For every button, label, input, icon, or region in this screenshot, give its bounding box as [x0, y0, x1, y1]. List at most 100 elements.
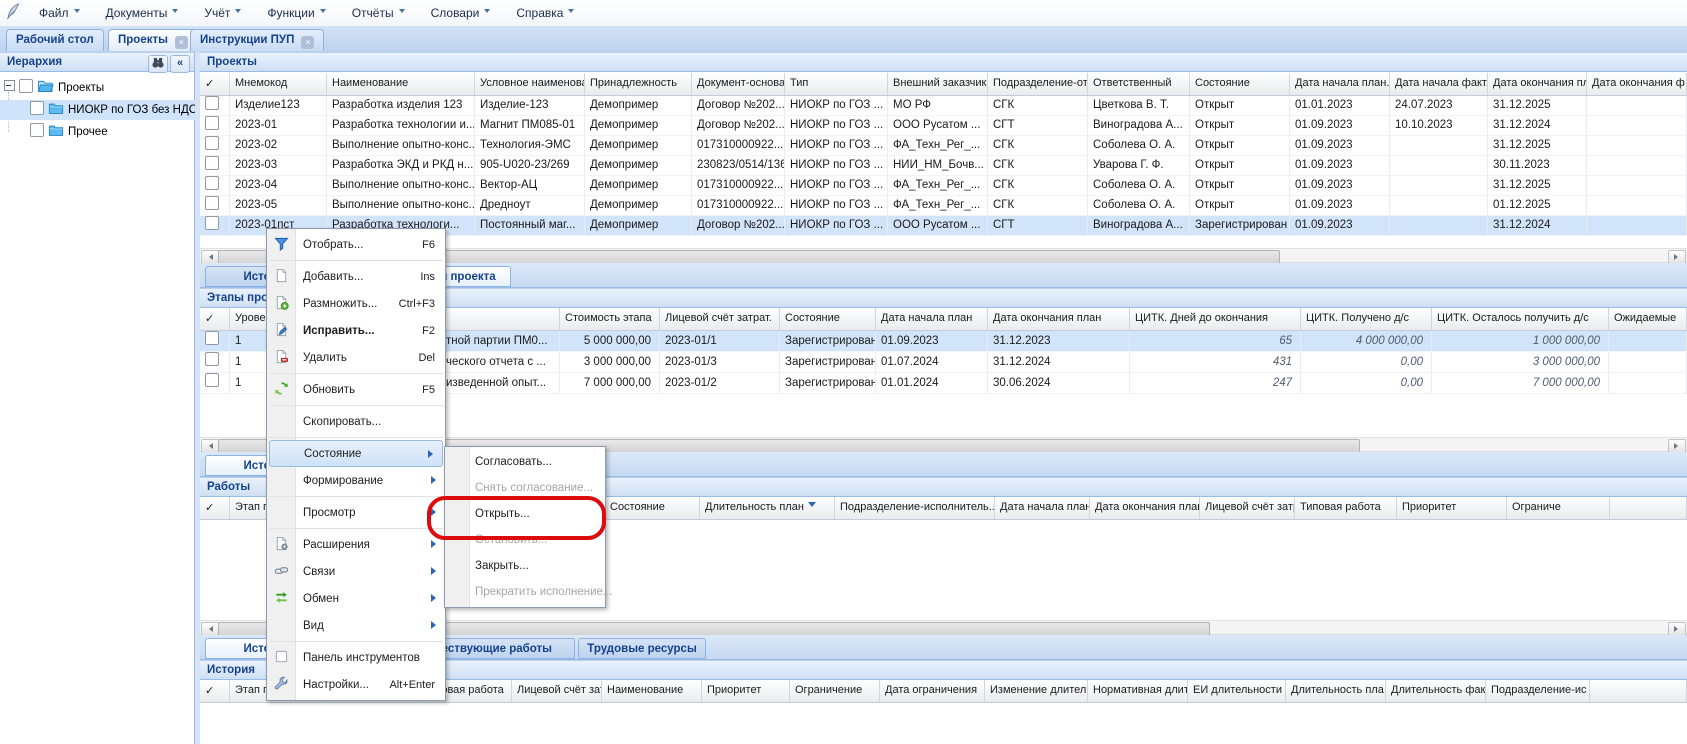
- column-header[interactable]: Наименование: [602, 680, 702, 702]
- row-checkbox[interactable]: [205, 176, 219, 190]
- column-header[interactable]: Дата окончания план: [988, 308, 1130, 330]
- row-checkbox[interactable]: [205, 196, 219, 210]
- tree-checkbox[interactable]: [30, 101, 44, 115]
- tree-expander-icon[interactable]: [4, 80, 15, 91]
- search-button[interactable]: [148, 55, 168, 73]
- column-header[interactable]: Тип: [785, 73, 888, 95]
- table-row[interactable]: 2023-03Разработка ЭКД и РКД н...905-U020…: [200, 156, 1687, 176]
- scroll-right-button[interactable]: [1668, 250, 1686, 264]
- column-header[interactable]: Длительность план: [700, 497, 835, 519]
- column-header[interactable]: Ограниче: [1507, 497, 1610, 519]
- tree-item[interactable]: НИОКР по ГОЗ без НДС: [0, 100, 225, 120]
- menu-item[interactable]: Закрыть...: [445, 553, 605, 579]
- column-header[interactable]: Изменение длител: [985, 680, 1088, 702]
- column-header[interactable]: Лицевой счёт затрат.: [660, 308, 780, 330]
- column-header[interactable]: Дата окончания план: [1090, 497, 1200, 519]
- menubar-item[interactable]: Файл: [26, 6, 93, 20]
- tree-item[interactable]: Прочее: [0, 122, 225, 142]
- menubar-item[interactable]: Документы: [93, 6, 192, 20]
- row-checkbox[interactable]: [205, 352, 219, 366]
- collapse-sidebar-button[interactable]: «: [170, 55, 190, 73]
- column-header[interactable]: Состояние: [605, 497, 700, 519]
- row-checkbox[interactable]: [205, 116, 219, 130]
- menu-item[interactable]: Добавить...Ins: [267, 263, 445, 290]
- column-header[interactable]: ЦИТК. Дней до окончания: [1130, 308, 1301, 330]
- column-header[interactable]: Дата окончания пл: [1488, 73, 1587, 95]
- window-tab[interactable]: Инструкции ПУП×: [190, 29, 324, 51]
- column-header[interactable]: Дата начала план.: [1290, 73, 1390, 95]
- menu-item[interactable]: Исправить...F2: [267, 317, 445, 344]
- menubar-item[interactable]: Отчёты: [339, 6, 418, 20]
- column-header[interactable]: Дата окончания ф: [1587, 73, 1687, 95]
- column-header[interactable]: Состояние: [780, 308, 876, 330]
- scroll-left-button[interactable]: [201, 250, 219, 264]
- table-row[interactable]: Изделие123Разработка изделия 123Изделие-…: [200, 96, 1687, 116]
- table-row[interactable]: 2023-04Выполнение опытно-конс...Вектор-А…: [200, 176, 1687, 196]
- menu-item[interactable]: Формирование: [267, 467, 445, 494]
- tree-item[interactable]: Проекты: [0, 78, 199, 98]
- column-header[interactable]: ЦИТК. Осталось получить д/с: [1432, 308, 1609, 330]
- column-header[interactable]: [1590, 680, 1687, 702]
- window-tab[interactable]: Рабочий стол: [6, 29, 104, 51]
- column-header[interactable]: Подразделение-исполнитель..: [835, 497, 995, 519]
- menu-item[interactable]: Вид: [267, 612, 445, 639]
- menu-item[interactable]: ОбновитьF5: [267, 376, 445, 403]
- menu-item[interactable]: Панель инструментов: [267, 644, 445, 671]
- column-header[interactable]: Условное наименова: [475, 73, 585, 95]
- menubar-item[interactable]: Справка: [503, 6, 587, 20]
- row-checkbox[interactable]: [205, 331, 219, 345]
- column-header[interactable]: ✓: [200, 497, 230, 519]
- column-header[interactable]: Стоимость этапа: [560, 308, 660, 330]
- column-header[interactable]: Внешний заказчик: [888, 73, 988, 95]
- column-header[interactable]: Ожидаемые: [1609, 308, 1687, 330]
- menu-item[interactable]: Просмотр: [267, 499, 445, 526]
- column-header[interactable]: Подразделение-ис: [1486, 680, 1590, 702]
- column-header[interactable]: Дата ограничения: [880, 680, 985, 702]
- column-header[interactable]: Принадлежность: [585, 73, 692, 95]
- column-header[interactable]: Дата начала факт.: [1390, 73, 1488, 95]
- column-header[interactable]: Типовая работа: [1295, 497, 1397, 519]
- scroll-right-button[interactable]: [1668, 439, 1686, 453]
- table-row[interactable]: 2023-01Разработка технологии и...Магнит …: [200, 116, 1687, 136]
- column-header[interactable]: Дата начала план.: [995, 497, 1090, 519]
- menu-item[interactable]: УдалитьDel: [267, 344, 445, 371]
- menu-item[interactable]: Скопировать...: [267, 408, 445, 435]
- scroll-left-button[interactable]: [201, 622, 219, 636]
- row-checkbox[interactable]: [205, 156, 219, 170]
- column-header[interactable]: Мнемокод: [230, 73, 327, 95]
- column-header[interactable]: Документ-основан: [692, 73, 785, 95]
- menubar-item[interactable]: Функции: [254, 6, 338, 20]
- scroll-right-button[interactable]: [1668, 622, 1686, 636]
- column-header[interactable]: Подразделение-от: [988, 73, 1088, 95]
- menubar-item[interactable]: Словари: [418, 6, 504, 20]
- close-tab-icon[interactable]: ×: [175, 36, 188, 49]
- column-header[interactable]: Длительность фак: [1386, 680, 1486, 702]
- window-tab[interactable]: Проекты×: [108, 29, 198, 51]
- column-header[interactable]: [1610, 497, 1687, 519]
- menu-item[interactable]: Размножить...Ctrl+F3: [267, 290, 445, 317]
- column-header[interactable]: Лицевой счёт затр: [1200, 497, 1295, 519]
- section-tab[interactable]: Трудовые ресурсы: [578, 638, 706, 659]
- menu-item[interactable]: Связи: [267, 558, 445, 585]
- tree-checkbox[interactable]: [19, 79, 33, 93]
- column-header[interactable]: ЕИ длительности: [1188, 680, 1286, 702]
- menu-item[interactable]: Настройки...Alt+Enter: [267, 671, 445, 698]
- close-tab-icon[interactable]: ×: [301, 36, 314, 49]
- column-header[interactable]: ✓: [200, 73, 230, 95]
- column-header[interactable]: ✓: [200, 308, 230, 330]
- menubar-item[interactable]: Учёт: [191, 6, 254, 20]
- row-checkbox[interactable]: [205, 136, 219, 150]
- column-header[interactable]: Наименование: [327, 73, 475, 95]
- menu-item[interactable]: Отобрать...F6: [267, 231, 445, 258]
- column-header[interactable]: Длительность пла: [1286, 680, 1386, 702]
- column-header[interactable]: ✓: [200, 680, 230, 702]
- table-row[interactable]: 2023-02Выполнение опытно-конс...Технолог…: [200, 136, 1687, 156]
- menu-item[interactable]: Расширения: [267, 531, 445, 558]
- row-checkbox[interactable]: [205, 96, 219, 110]
- column-header[interactable]: Состояние: [1190, 73, 1290, 95]
- column-header[interactable]: Приоритет: [702, 680, 790, 702]
- column-header[interactable]: Нормативная длит: [1088, 680, 1188, 702]
- column-header[interactable]: Лицевой счёт затр: [512, 680, 602, 702]
- menu-item[interactable]: Обмен: [267, 585, 445, 612]
- scroll-left-button[interactable]: [201, 439, 219, 453]
